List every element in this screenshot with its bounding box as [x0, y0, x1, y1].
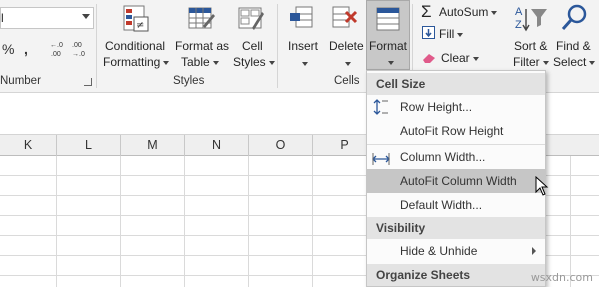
column-header-o[interactable]: O [249, 135, 313, 156]
menu-section-visibility: Visibility [367, 217, 545, 239]
autofit-row-height-label: AutoFit Row Height [400, 124, 504, 138]
font-name-combobox[interactable]: l [0, 7, 94, 29]
styles-group-label: Styles [173, 75, 205, 87]
magnifier-icon[interactable] [559, 2, 591, 34]
format-as-table-icon[interactable] [186, 4, 216, 34]
menu-item-autofit-row-height[interactable]: AutoFit Row Height [367, 119, 545, 143]
chevron-down-icon[interactable] [302, 62, 308, 66]
chevron-down-icon [212, 60, 219, 65]
eraser-icon[interactable] [421, 52, 437, 64]
chevron-down-icon[interactable] [345, 62, 351, 66]
insert-label: Insert [288, 39, 319, 53]
chevron-down-icon [472, 56, 479, 61]
conditional-formatting-label-1[interactable]: Conditional [105, 39, 165, 53]
cell-styles-label-1[interactable]: Cell [242, 39, 263, 53]
svg-text:←.0: ←.0 [50, 42, 63, 49]
row-height-icon [373, 99, 389, 115]
chevron-down-icon [163, 60, 170, 65]
conditional-formatting-button[interactable]: Formatting [103, 55, 170, 69]
format-dropdown-menu: Cell Size Row Height... AutoFit Row Heig… [366, 70, 546, 287]
find-select-label-2: Select [553, 55, 587, 69]
svg-text:Z: Z [515, 19, 522, 31]
svg-text:A: A [515, 6, 523, 18]
menu-item-hide-unhide[interactable]: Hide & Unhide [367, 239, 545, 263]
column-header-n[interactable]: N [185, 135, 249, 156]
svg-text:→.0: →.0 [72, 51, 85, 58]
delete-cells-icon[interactable] [330, 4, 360, 32]
chevron-down-icon [491, 10, 498, 15]
insert-button[interactable]: Insert [288, 39, 318, 53]
column-header-m[interactable]: M [121, 135, 185, 156]
percent-style-button[interactable]: % [2, 41, 14, 57]
group-divider [96, 4, 97, 88]
decrease-decimal-icon[interactable]: .00 →.0 [70, 40, 88, 58]
format-as-table-label-1[interactable]: Format as [175, 39, 229, 53]
autosum-button[interactable]: AutoSum [439, 5, 498, 19]
default-width-label: Default Width... [400, 198, 483, 212]
row-height-label: Row Height... [400, 100, 473, 114]
chevron-down-icon [589, 60, 596, 65]
format-cells-icon [374, 4, 402, 34]
clear-button[interactable]: Clear [441, 51, 479, 65]
svg-text:.00: .00 [72, 42, 82, 49]
format-button[interactable]: Format [366, 0, 410, 70]
sort-filter-label-2: Filter [513, 55, 540, 69]
chevron-down-icon[interactable] [82, 14, 90, 19]
menu-item-column-width[interactable]: Column Width... [367, 145, 545, 169]
menu-item-row-height[interactable]: Row Height... [367, 95, 545, 119]
cell-styles-icon[interactable] [236, 4, 266, 34]
cell-styles-button[interactable]: Styles [233, 55, 275, 69]
conditional-formatting-label-2: Formatting [103, 55, 161, 69]
sort-filter-icon[interactable]: A Z [514, 3, 548, 35]
delete-button[interactable]: Delete [329, 39, 364, 53]
format-label: Format [369, 39, 408, 53]
menu-item-autofit-column-width[interactable]: AutoFit Column Width [367, 169, 545, 193]
dialog-launcher-icon[interactable] [84, 78, 92, 86]
chevron-down-icon [542, 60, 549, 65]
chevron-down-icon [388, 61, 394, 65]
autosum-label: AutoSum [439, 5, 489, 19]
insert-cells-icon[interactable] [288, 4, 316, 32]
column-header-k[interactable]: K [0, 135, 57, 156]
number-group-label: Number [0, 75, 41, 87]
fill-button[interactable]: Fill [439, 27, 464, 41]
menu-item-default-width[interactable]: Default Width... [367, 193, 545, 217]
comma-style-button[interactable]: , [24, 41, 28, 57]
sort-filter-button[interactable]: Filter [513, 55, 549, 69]
find-select-label-1[interactable]: Find & [556, 39, 591, 53]
sort-filter-label-1[interactable]: Sort & [514, 39, 547, 53]
hide-unhide-label: Hide & Unhide [400, 244, 478, 258]
autofit-column-width-label: AutoFit Column Width [400, 174, 517, 188]
fill-label: Fill [439, 27, 455, 41]
clear-label: Clear [441, 51, 470, 65]
mouse-cursor-icon [535, 175, 549, 196]
increase-decimal-icon[interactable]: ←.0.00 [48, 40, 66, 58]
autosum-icon[interactable]: Σ [421, 2, 432, 22]
submenu-arrow-icon [532, 247, 536, 255]
menu-section-cell-size: Cell Size [367, 73, 545, 95]
column-width-icon [372, 150, 390, 165]
format-as-table-button[interactable]: Table [181, 55, 219, 69]
column-header-l[interactable]: L [57, 135, 121, 156]
cell-styles-label-2: Styles [233, 55, 266, 69]
format-as-table-label-2: Table [181, 55, 210, 69]
column-width-label: Column Width... [400, 150, 486, 164]
fill-down-icon[interactable] [422, 26, 435, 39]
chevron-down-icon [268, 60, 275, 65]
conditional-formatting-icon[interactable]: ≠ [121, 4, 151, 34]
svg-text:.00: .00 [51, 51, 61, 58]
menu-section-organize-sheets: Organize Sheets [367, 264, 545, 286]
find-select-button[interactable]: Select [553, 55, 596, 69]
cells-group-label: Cells [334, 75, 360, 87]
chevron-down-icon [457, 32, 464, 37]
font-name-value: l [1, 11, 4, 25]
watermark: wsxdn.com [530, 271, 593, 284]
group-divider [277, 4, 278, 88]
svg-text:≠: ≠ [136, 20, 144, 31]
delete-label: Delete [329, 39, 364, 53]
